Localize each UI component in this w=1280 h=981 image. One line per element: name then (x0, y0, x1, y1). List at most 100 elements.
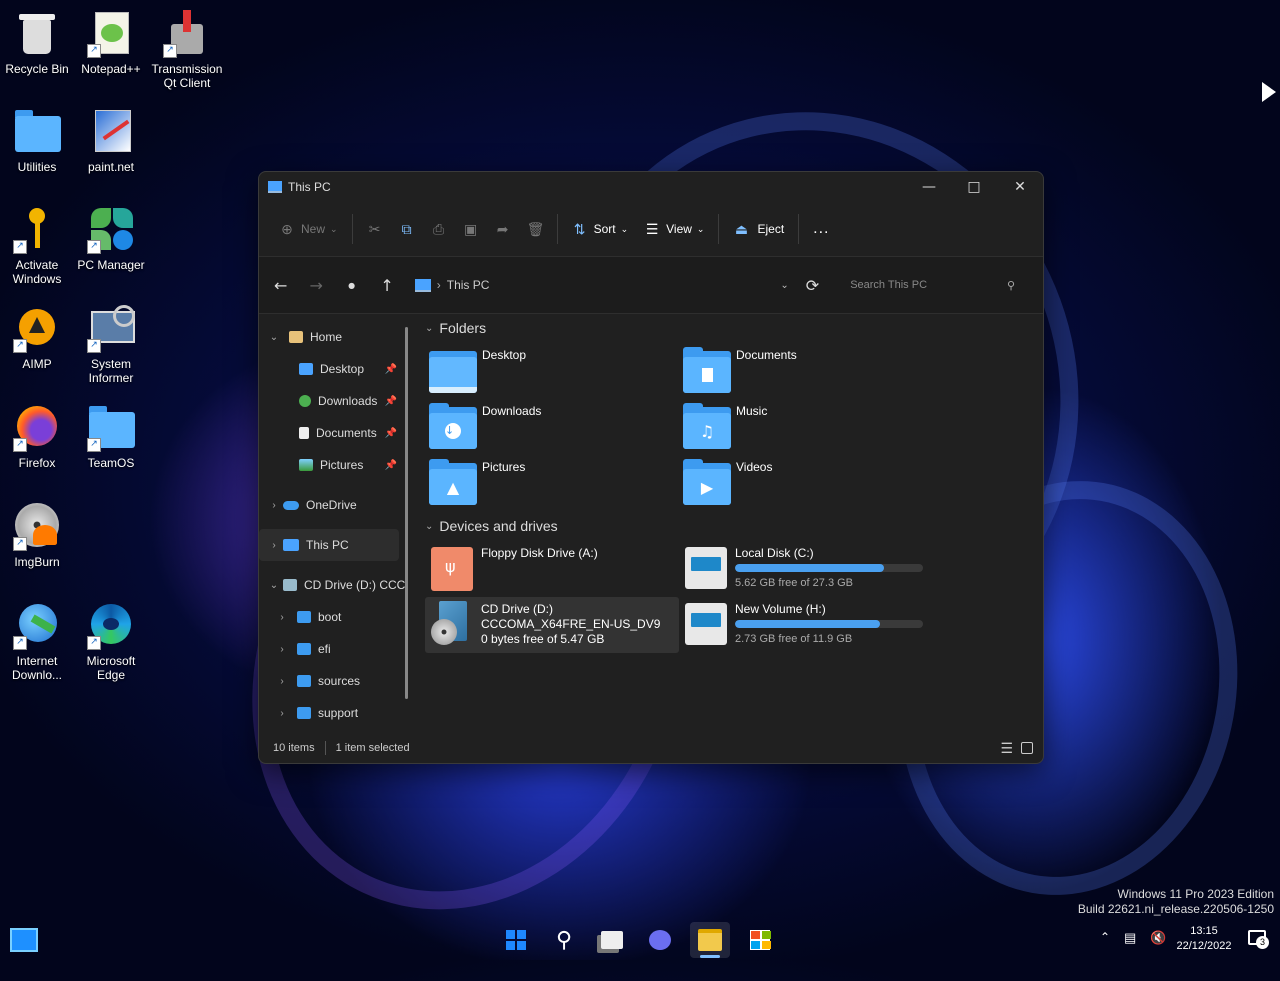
address-dropdown-icon[interactable]: ⌄ (780, 280, 788, 291)
delete-button[interactable]: 🗑 (519, 211, 551, 247)
desktop-icon-firefox[interactable]: ↗ Firefox (1, 404, 73, 470)
rename-button[interactable]: ▣ (455, 211, 487, 247)
maximize-button[interactable]: □ (951, 172, 997, 202)
address-bar[interactable]: › This PC ⌄ (414, 269, 789, 301)
search-button[interactable]: ⚲ (544, 922, 584, 958)
view-button[interactable]: ☰ View ⌄ (636, 211, 712, 247)
task-view-button[interactable] (592, 922, 632, 958)
chevron-right-icon[interactable]: › (275, 708, 289, 719)
tiles-view-icon[interactable] (1021, 742, 1033, 754)
nav-item-downloads[interactable]: Downloads 📌 (259, 385, 407, 417)
watermark-build: Build 22621.ni_release.220506-1250 (1077, 902, 1274, 916)
volume-muted-icon[interactable]: 🔇 (1150, 930, 1166, 946)
nav-item-support[interactable]: › support (259, 697, 407, 729)
chevron-down-icon[interactable]: ⌄ (267, 332, 281, 343)
nav-item-home[interactable]: ⌄ Home (259, 321, 407, 353)
shortcut-arrow-icon: ↗ (163, 44, 177, 58)
nav-item-efi[interactable]: › efi (259, 633, 407, 665)
forward-button[interactable]: → (298, 276, 333, 295)
file-explorer-taskbar-button[interactable] (690, 922, 730, 958)
folder-item-music[interactable]: ♫ Music (679, 399, 933, 455)
desktop-icon-utilities[interactable]: Utilities (1, 108, 73, 174)
desktop-icon-system-informer[interactable]: ↗ System Informer (75, 305, 147, 385)
desktop-icon-activate-windows[interactable]: ↗ Activate Windows (1, 206, 73, 286)
aimp-icon: ↗ (13, 305, 61, 353)
sort-button[interactable]: ⇅ Sort ⌄ (564, 211, 637, 247)
nav-item-cd-drive[interactable]: ⌄ CD Drive (D:) CCC (259, 569, 407, 601)
chevron-right-icon[interactable]: › (275, 612, 289, 623)
desktop-icon-notepadpp[interactable]: ↗ Notepad++ (75, 10, 147, 76)
more-options-button[interactable]: ... (805, 211, 837, 247)
folder-item-pictures[interactable]: ▲ Pictures (425, 455, 679, 511)
close-button[interactable]: ✕ (997, 172, 1043, 202)
nav-item-boot[interactable]: › boot (259, 601, 407, 633)
pin-icon[interactable]: 📌 (385, 428, 397, 439)
chat-button[interactable] (640, 922, 680, 958)
refresh-button[interactable]: ⟳ (795, 276, 830, 295)
minimize-button[interactable]: — (906, 172, 952, 202)
nav-item-label: boot (318, 610, 342, 624)
paste-button[interactable]: ⎙ (423, 211, 455, 247)
folder-item-videos[interactable]: ▶ Videos (679, 455, 933, 511)
cut-button[interactable]: ✂ (359, 211, 391, 247)
widgets-button[interactable] (4, 922, 44, 958)
title-bar[interactable]: This PC — □ ✕ (259, 172, 1043, 202)
recent-locations-button[interactable]: ● (334, 281, 369, 290)
pin-icon[interactable]: 📌 (385, 460, 397, 471)
drive-free-space: 2.73 GB free of 11.9 GB (735, 633, 853, 645)
desktop-icon-pc-manager[interactable]: ↗ PC Manager (75, 206, 147, 272)
folder-item-documents[interactable]: Documents (679, 343, 933, 399)
chevron-right-icon[interactable]: › (275, 644, 289, 655)
breadcrumb-this-pc[interactable]: This PC (447, 278, 490, 292)
drives-section-header[interactable]: ⌄ Devices and drives (425, 511, 1043, 541)
new-button[interactable]: ⊕ New ⌄ (271, 211, 346, 247)
nav-item-onedrive[interactable]: › OneDrive (259, 489, 407, 521)
chat-icon (649, 930, 671, 950)
up-button[interactable]: ↑ (369, 276, 404, 295)
copy-button[interactable]: ⧉ (391, 211, 423, 247)
desktop-icon-transmission[interactable]: ↗ Transmission Qt Client (151, 10, 223, 90)
desktop-icon-recycle-bin[interactable]: Recycle Bin (1, 10, 73, 76)
drive-free-space: 5.62 GB free of 27.3 GB (735, 577, 854, 589)
chevron-right-icon[interactable]: › (267, 540, 281, 551)
nav-item-pictures[interactable]: Pictures 📌 (259, 449, 407, 481)
pin-icon[interactable]: 📌 (385, 364, 397, 375)
desktop-icon-internet-download[interactable]: ↗ Internet Downlo... (1, 602, 73, 682)
desktop-icon-aimp[interactable]: ↗ AIMP (1, 305, 73, 371)
chevron-down-icon: ⌄ (425, 520, 434, 532)
drive-item-floppy[interactable]: ψ Floppy Disk Drive (A:) (425, 541, 679, 597)
back-button[interactable]: ← (263, 276, 298, 295)
search-input[interactable]: Search This PC ⚲ (830, 269, 1027, 301)
sort-label: Sort (593, 222, 616, 236)
pin-icon[interactable]: 📌 (385, 396, 397, 407)
cloud-icon (283, 500, 299, 510)
chevron-right-icon[interactable]: › (275, 676, 289, 687)
network-icon[interactable]: ▤ (1124, 930, 1136, 946)
share-button[interactable]: ➦ (487, 211, 519, 247)
drive-item-cd-drive-d[interactable]: CD Drive (D:) CCCOMA_X64FRE_EN-US_DV9 0 … (425, 597, 679, 653)
nav-item-this-pc[interactable]: › This PC (259, 529, 399, 561)
desktop-icon-imgburn[interactable]: ↗ ImgBurn (1, 503, 73, 569)
notification-center-button[interactable]: 3 (1248, 930, 1269, 949)
chevron-down-icon[interactable]: ⌄ (267, 580, 281, 591)
chevron-right-icon[interactable]: › (267, 500, 281, 511)
nav-item-documents[interactable]: Documents 📌 (259, 417, 407, 449)
drive-item-new-volume-h[interactable]: New Volume (H:) 2.73 GB free of 11.9 GB (679, 597, 933, 653)
start-button[interactable] (496, 922, 536, 958)
desktop-icon-teamos[interactable]: ↗ TeamOS (75, 404, 147, 470)
nav-item-desktop[interactable]: Desktop 📌 (259, 353, 407, 385)
show-hidden-icons-button[interactable]: ⌃ (1100, 930, 1110, 944)
folder-item-downloads[interactable]: ↓ Downloads (425, 399, 679, 455)
folders-section-header[interactable]: ⌄ Folders (425, 313, 1043, 343)
drive-item-local-disk-c[interactable]: Local Disk (C:) 5.62 GB free of 27.3 GB (679, 541, 933, 597)
nav-item-sources[interactable]: › sources (259, 665, 407, 697)
desktop-icon-edge[interactable]: ↗ Microsoft Edge (75, 602, 147, 682)
eject-button[interactable]: ⏏ Eject (725, 211, 792, 247)
pc-manager-icon: ↗ (87, 206, 135, 254)
folder-label: Desktop (482, 348, 527, 362)
folder-item-desktop[interactable]: Desktop (425, 343, 679, 399)
desktop-icon-paintnet[interactable]: paint.net (75, 108, 147, 174)
clock[interactable]: 13:15 22/12/2022 (1172, 924, 1236, 954)
details-view-icon[interactable]: ☰ (1000, 740, 1013, 757)
store-button[interactable] (740, 922, 780, 958)
